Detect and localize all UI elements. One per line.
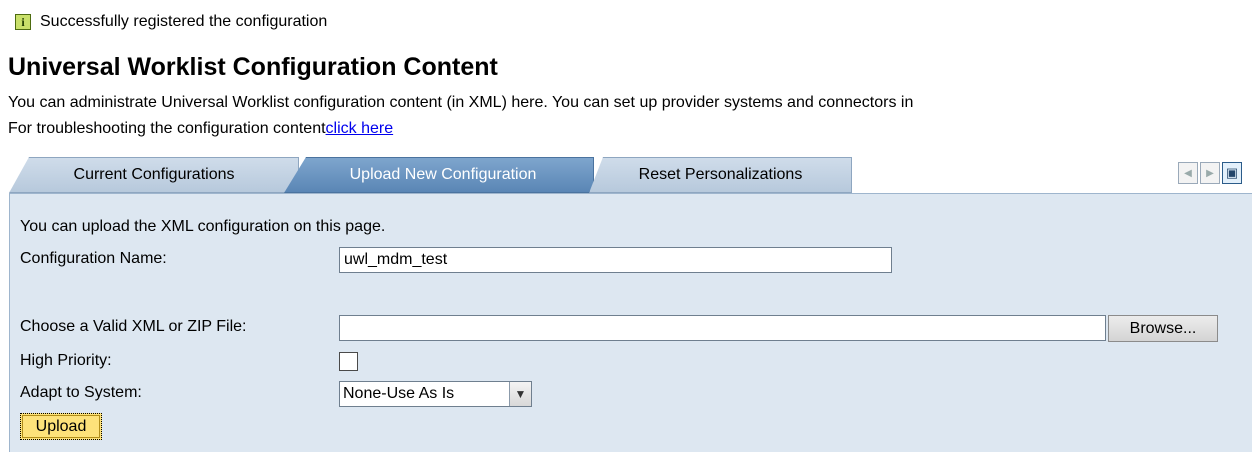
success-message-text: Successfully registered the configuratio… [40,13,328,30]
file-label: Choose a Valid XML or ZIP File: [20,318,247,335]
upload-intro: You can upload the XML configuration on … [20,218,386,235]
page-title: Universal Worklist Configuration Content [8,53,498,81]
config-name-label: Configuration Name: [20,250,167,267]
tab-label: Upload New Configuration [349,166,537,183]
tab-label: Current Configurations [73,166,235,183]
file-path-input[interactable] [339,315,1106,341]
scroll-left-icon[interactable]: ◀ [1178,162,1198,184]
page-description: You can administrate Universal Worklist … [8,94,914,111]
success-message: i Successfully registered the configurat… [15,11,327,33]
adapt-label: Adapt to System: [20,384,142,401]
tab-list-icon[interactable]: ▣ [1222,162,1242,184]
priority-label: High Priority: [20,352,112,369]
tab-navigation: ◀ ▶ ▣ [1178,162,1242,184]
browse-button[interactable]: Browse... [1108,315,1218,342]
adapt-system-select[interactable]: None-Use As Is ▼ [339,381,532,407]
scroll-right-icon[interactable]: ▶ [1200,162,1220,184]
troubleshoot-line: For troubleshooting the configuration co… [8,118,393,140]
upload-button[interactable]: Upload [20,413,102,440]
tab-label: Reset Personalizations [638,166,803,183]
tab-upload-new-configuration[interactable]: Upload New Configuration [284,157,594,193]
tab-current-configurations[interactable]: Current Configurations [9,157,299,193]
high-priority-checkbox[interactable] [339,352,358,371]
info-icon: i [15,14,31,30]
tab-reset-personalizations[interactable]: Reset Personalizations [589,157,852,193]
chevron-down-icon[interactable]: ▼ [509,382,531,406]
upload-panel: You can upload the XML configuration on … [9,193,1252,452]
tab-strip: Current Configurations Upload New Config… [9,157,1252,195]
adapt-system-value: None-Use As Is [343,385,455,402]
troubleshoot-text: For troubleshooting the configuration co… [8,120,326,137]
config-name-input[interactable] [339,247,892,273]
troubleshoot-link[interactable]: click here [326,120,394,137]
